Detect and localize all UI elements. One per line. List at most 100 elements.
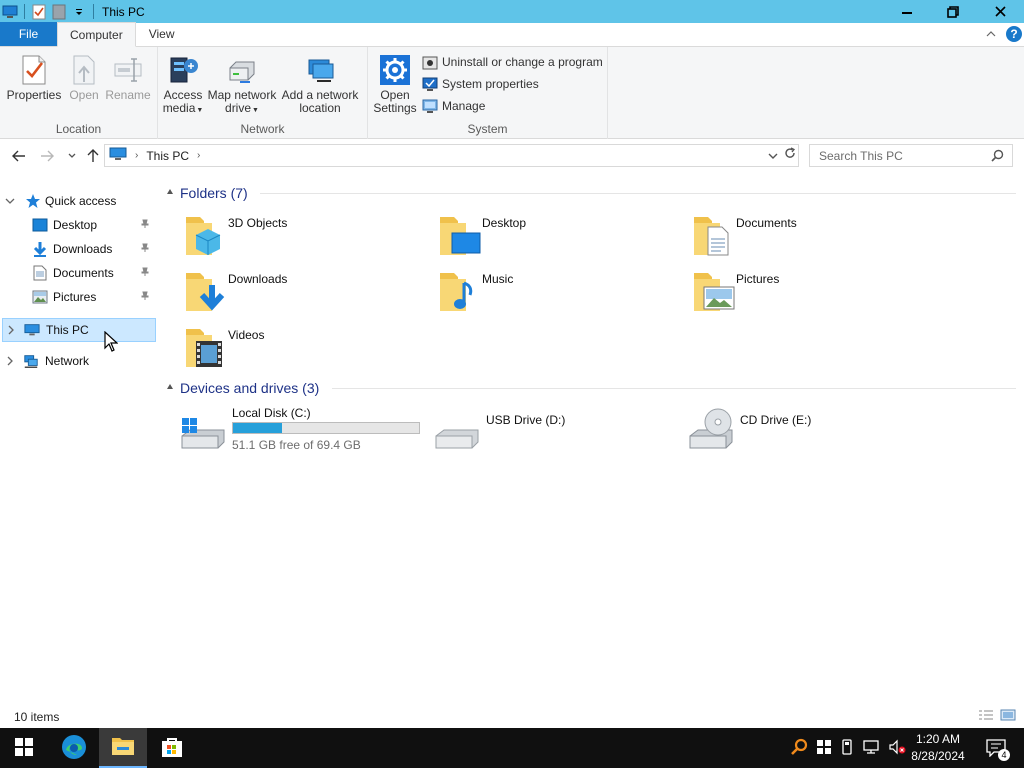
tab-computer[interactable]: Computer (57, 22, 136, 47)
back-button[interactable] (9, 147, 29, 165)
recent-locations-button[interactable] (62, 147, 82, 165)
breadcrumb-separator-icon[interactable]: › (135, 150, 138, 161)
pin-icon[interactable] (140, 290, 152, 304)
search-placeholder: Search This PC (819, 148, 903, 163)
drive-local-disk-c[interactable]: Local Disk (C:) 51.1 GB free of 69.4 GB (180, 406, 430, 462)
section-divider (332, 388, 1016, 389)
content-pane: Folders (7) 3D Objects Desktop Documents… (160, 172, 1024, 702)
address-dropdown-icon[interactable] (768, 148, 778, 162)
new-folder-qa-icon[interactable] (51, 4, 67, 20)
map-network-drive-button[interactable]: Map network drive▼ (206, 52, 278, 117)
drives-section-header[interactable]: Devices and drives (3) (166, 378, 319, 398)
pictures-icon (32, 289, 48, 305)
notification-icon: 4 (986, 739, 1010, 761)
folder-music[interactable]: Music (436, 267, 686, 319)
search-input[interactable]: Search This PC (809, 144, 1013, 167)
disk-usage-bar (232, 422, 420, 434)
pin-icon[interactable] (140, 218, 152, 232)
section-divider (260, 193, 1016, 194)
ribbon-collapse-icon[interactable] (986, 27, 996, 41)
folder-downloads[interactable]: Downloads (182, 267, 432, 319)
search-icon[interactable] (991, 149, 1004, 165)
this-pc-icon (109, 147, 127, 164)
restore-button[interactable] (930, 0, 976, 23)
add-network-location-button[interactable]: Add a network location (280, 52, 360, 115)
folders-section-header[interactable]: Folders (7) (166, 183, 248, 203)
minimize-button[interactable] (884, 0, 930, 23)
help-icon[interactable]: ? (1006, 26, 1022, 42)
quick-access-toolbar (0, 0, 96, 23)
add-network-location-icon (302, 52, 338, 88)
properties-icon (16, 52, 52, 88)
videos-folder-icon (182, 323, 230, 371)
start-button[interactable] (0, 728, 48, 768)
nav-quick-access[interactable]: Quick access (0, 189, 160, 213)
taskbar-store[interactable] (148, 728, 196, 768)
item-count: 10 items (14, 710, 60, 724)
properties-button[interactable]: Properties (6, 52, 62, 102)
folder-pictures[interactable]: Pictures (690, 267, 940, 319)
forward-button[interactable] (37, 147, 57, 165)
taskbar-edge[interactable] (50, 728, 98, 768)
chevron-down-icon[interactable] (71, 4, 87, 20)
drive-usb-d[interactable]: USB Drive (D:) (434, 406, 684, 462)
breadcrumb-this-pc[interactable]: This PC (146, 149, 189, 163)
search-tray-icon[interactable] (790, 738, 808, 759)
system-properties-icon (422, 76, 438, 92)
close-button[interactable] (976, 0, 1024, 23)
expand-chevron-icon[interactable] (3, 356, 17, 366)
open-settings-button[interactable]: Open Settings (372, 52, 418, 115)
expand-chevron-icon[interactable] (3, 198, 17, 204)
system-properties-button[interactable]: System properties (422, 75, 539, 93)
nav-item-downloads[interactable]: Downloads (0, 237, 160, 261)
store-icon (161, 736, 183, 761)
tab-file[interactable]: File (0, 22, 57, 46)
folder-3d-objects[interactable]: 3D Objects (182, 211, 432, 263)
folder-videos[interactable]: Videos (182, 323, 432, 375)
network-tray-icon[interactable] (862, 739, 880, 758)
access-media-button[interactable]: Access media▼ (162, 52, 204, 117)
drive-cd-e[interactable]: CD Drive (E:) (688, 406, 938, 462)
rename-button[interactable]: Rename (104, 52, 152, 102)
usb-drive-icon (434, 406, 482, 454)
access-media-icon (165, 52, 201, 88)
computer-icon[interactable] (2, 4, 18, 20)
breadcrumb-chevron-icon[interactable]: › (197, 150, 200, 161)
up-button[interactable] (83, 147, 103, 165)
taskbar-clock[interactable]: 1:20 AM 8/28/2024 (902, 731, 974, 765)
usb-eject-icon[interactable] (840, 738, 854, 758)
system-tray (790, 728, 906, 768)
action-center-button[interactable]: 4 (976, 728, 1016, 768)
file-explorer-icon (111, 736, 135, 759)
large-icons-view-icon[interactable] (1000, 709, 1016, 724)
documents-folder-icon (690, 211, 738, 259)
nav-network[interactable]: Network (0, 349, 160, 373)
collapse-chevron-icon[interactable] (166, 383, 174, 393)
nav-item-documents[interactable]: Documents (0, 261, 160, 285)
taskbar-file-explorer[interactable] (99, 728, 147, 768)
pin-icon[interactable] (140, 266, 152, 280)
refresh-icon[interactable] (784, 147, 796, 162)
nav-item-pictures[interactable]: Pictures (0, 285, 160, 309)
address-bar[interactable]: › This PC › (104, 144, 799, 167)
expand-chevron-icon[interactable] (4, 325, 18, 335)
ribbon-group-network: Access media▼ Map network drive▼ Add a n… (158, 47, 368, 139)
collapse-chevron-icon[interactable] (166, 188, 174, 198)
properties-qa-icon[interactable] (31, 4, 47, 20)
nav-item-desktop[interactable]: Desktop (0, 213, 160, 237)
folder-desktop[interactable]: Desktop (436, 211, 686, 263)
network-icon (23, 353, 39, 369)
star-icon (25, 193, 41, 209)
details-view-icon[interactable] (978, 709, 994, 724)
clock-date: 8/28/2024 (911, 749, 965, 763)
security-shield-icon[interactable] (816, 739, 832, 758)
tab-view[interactable]: View (136, 22, 188, 46)
local-disk-icon (180, 406, 228, 454)
nav-this-pc[interactable]: This PC (2, 318, 156, 342)
open-icon (66, 52, 102, 88)
folder-documents[interactable]: Documents (690, 211, 940, 263)
pin-icon[interactable] (140, 242, 152, 256)
open-button[interactable]: Open (64, 52, 104, 102)
manage-button[interactable]: Manage (422, 97, 485, 115)
uninstall-program-button[interactable]: Uninstall or change a program (422, 53, 603, 71)
